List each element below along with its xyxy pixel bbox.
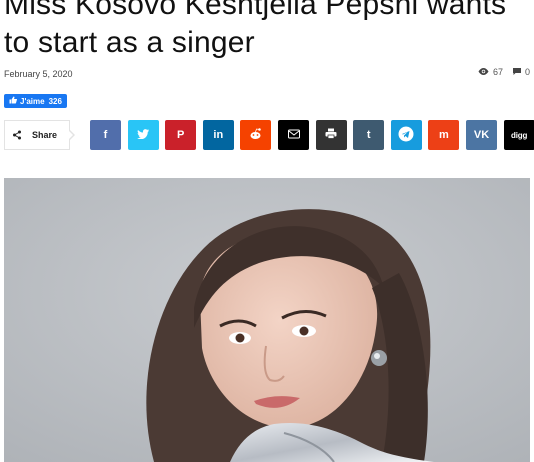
like-label: J'aime xyxy=(20,96,45,106)
vk-icon: VK xyxy=(473,129,490,141)
twitter-share-button[interactable] xyxy=(127,120,159,150)
article-title: Miss Kosovo Keshtjella Pepshi wants to s… xyxy=(4,0,507,59)
mix-icon: m xyxy=(439,129,449,141)
article-date: February 5, 2020 xyxy=(4,69,73,79)
article-photo xyxy=(4,178,530,462)
digg-icon: digg xyxy=(511,130,528,140)
email-icon xyxy=(287,129,300,142)
share-label: Share xyxy=(32,130,58,140)
telegram-icon xyxy=(398,126,414,145)
reddit-icon xyxy=(249,127,262,143)
tumblr-icon: t xyxy=(366,129,371,141)
thumbs-up-icon xyxy=(9,96,20,106)
mix-share-button[interactable]: m xyxy=(428,120,460,150)
comment-icon xyxy=(512,67,525,77)
print-icon xyxy=(325,128,337,142)
comments-count: 0 xyxy=(524,67,530,77)
facebook-share-button[interactable]: f xyxy=(90,120,121,150)
vk-share-button[interactable]: VK xyxy=(466,120,497,150)
pinterest-share-button[interactable]: P xyxy=(165,120,197,150)
views-count: 67 xyxy=(492,67,503,77)
facebook-icon: f xyxy=(103,129,108,141)
linkedin-icon: in xyxy=(213,129,224,141)
digg-share-button[interactable]: digg xyxy=(503,120,534,150)
views-stat: 67 xyxy=(478,67,503,77)
pinterest-icon: P xyxy=(177,129,185,141)
print-share-button[interactable] xyxy=(315,120,347,150)
share-box: Share xyxy=(4,120,70,150)
comments-stat[interactable]: 0 xyxy=(512,67,530,77)
article-stats: 67 0 xyxy=(468,67,530,77)
share-icon xyxy=(12,130,22,140)
like-count: 326 xyxy=(48,96,62,106)
twitter-icon xyxy=(137,128,150,142)
facebook-like-button[interactable]: J'aime 326 xyxy=(4,94,67,108)
email-share-button[interactable] xyxy=(278,120,309,150)
tumblr-share-button[interactable]: t xyxy=(353,120,385,150)
portrait-image xyxy=(4,178,530,462)
telegram-share-button[interactable] xyxy=(390,120,422,150)
reddit-share-button[interactable] xyxy=(240,120,272,150)
eye-icon xyxy=(478,67,493,77)
share-box-arrow xyxy=(68,129,75,141)
linkedin-share-button[interactable]: in xyxy=(202,120,234,150)
